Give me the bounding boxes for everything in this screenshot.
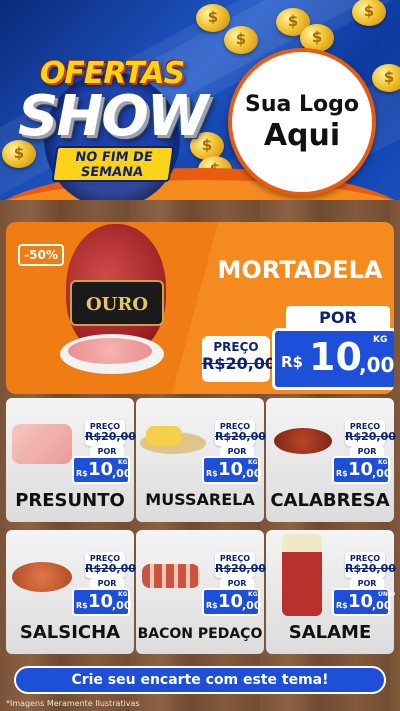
new-price-box: R$ 10 ,00 KG <box>72 456 132 484</box>
product-name: BACON PEDAÇO <box>137 626 263 642</box>
coin-icon <box>352 0 386 26</box>
price-currency: R$ <box>336 601 348 610</box>
old-price: R$20,00 <box>202 354 277 373</box>
new-price-box: R$ 10 ,00 KG <box>202 456 262 484</box>
old-price-box: PREÇO R$20,00 <box>85 552 136 578</box>
price-integer: 10 <box>218 591 244 612</box>
salsicha-image <box>12 562 72 592</box>
price-decimal: ,00 <box>372 467 392 480</box>
old-price: R$20,00 <box>345 562 396 575</box>
price-currency: R$ <box>336 469 348 478</box>
logo-placeholder[interactable]: Sua Logo Aqui <box>228 48 376 196</box>
product-name: CALABRESA <box>270 490 390 511</box>
old-price: R$20,00 <box>85 430 136 443</box>
product-name: SALSICHA <box>19 622 121 643</box>
calabresa-image <box>274 428 332 454</box>
title-show: SHOW <box>18 84 209 149</box>
product-card-salsicha[interactable]: PREÇO R$20,00 POR R$ 10 ,00 KG SALSICHA <box>6 530 136 654</box>
weekend-tag: NO FIM DE SEMANA <box>51 146 175 182</box>
product-name: MUSSARELA <box>145 490 255 509</box>
price-integer: 10 <box>88 459 114 480</box>
slices-image <box>68 338 152 364</box>
coin-icon <box>372 64 400 92</box>
old-price: R$20,00 <box>215 430 266 443</box>
price-unit: UNID <box>378 591 396 598</box>
old-price-box: PREÇO R$20,00 <box>215 552 266 578</box>
logo-text-line2: Aqui <box>263 118 341 153</box>
brand-label: OURO <box>70 280 164 326</box>
product-name: SALAME <box>288 622 372 643</box>
preco-label: PREÇO <box>213 340 259 354</box>
weekend-tag-line1: NO FIM DE <box>74 150 154 165</box>
price-decimal: ,00 <box>359 353 394 377</box>
price-currency: R$ <box>281 353 303 371</box>
price-currency: R$ <box>206 469 218 478</box>
new-price-box: R$ 10 ,00 KG <box>202 588 262 616</box>
price-unit: KG <box>373 335 388 345</box>
old-price-box: PREÇO R$20,00 <box>215 420 266 446</box>
price-unit: KG <box>248 459 258 466</box>
weekend-tag-line2: SEMANA <box>79 165 144 180</box>
product-card-calabresa[interactable]: PREÇO R$20,00 POR R$ 10 ,00 KG CALABRESA <box>266 398 396 522</box>
price-unit: KG <box>118 459 128 466</box>
product-name: PRESUNTO <box>15 490 125 511</box>
price-unit: KG <box>378 459 388 466</box>
price-integer: 10 <box>348 591 374 612</box>
featured-product-name: MORTADELA <box>217 256 383 284</box>
old-price: R$20,00 <box>215 562 266 575</box>
mussarela-image <box>146 426 182 446</box>
price-currency: R$ <box>206 601 218 610</box>
price-currency: R$ <box>76 469 88 478</box>
old-price-box: PREÇO R$20,00 <box>85 420 136 446</box>
price-decimal: ,00 <box>242 467 262 480</box>
featured-product-card[interactable]: -50% OURO MORTADELA PREÇO R$20,00 POR R$… <box>6 222 394 394</box>
price-unit: KG <box>248 591 258 598</box>
new-price-box: R$ 10 ,00 KG <box>272 328 394 390</box>
price-unit: KG <box>118 591 128 598</box>
product-card-mussarela[interactable]: PREÇO R$20,00 POR R$ 10 ,00 KG MUSSARELA <box>136 398 266 522</box>
old-price-box: PREÇO R$20,00 <box>345 552 396 578</box>
ofertas-show-badge: OFERTAS SHOW NO FIM DE SEMANA <box>18 50 209 200</box>
old-price: R$20,00 <box>85 562 136 575</box>
coin-icon <box>196 4 230 32</box>
new-price-box: R$ 10 ,00 UNID <box>332 588 395 616</box>
price-integer: 10 <box>218 459 244 480</box>
salame-image <box>282 534 322 616</box>
old-price: R$20,00 <box>345 430 396 443</box>
price-integer: 10 <box>348 459 374 480</box>
product-card-bacon[interactable]: PREÇO R$20,00 POR R$ 10 ,00 KG BACON PED… <box>136 530 266 654</box>
new-price-box: R$ 10 ,00 KG <box>332 456 392 484</box>
price-decimal: ,00 <box>242 599 262 612</box>
discount-badge: -50% <box>18 244 64 266</box>
por-label: POR <box>286 306 390 330</box>
create-flyer-button[interactable]: Crie seu encarte com este tema! <box>14 666 386 694</box>
product-card-presunto[interactable]: PREÇO R$20,00 POR R$ 10 ,00 KG PRESUNTO <box>6 398 136 522</box>
header-banner: OFERTAS SHOW NO FIM DE SEMANA Sua Logo A… <box>0 0 400 200</box>
presunto-image <box>12 424 72 464</box>
price-decimal: ,00 <box>112 467 132 480</box>
price-integer: 10 <box>88 591 114 612</box>
old-price-box: PREÇO R$20,00 <box>202 336 277 382</box>
logo-text-line1: Sua Logo <box>244 92 359 117</box>
coin-icon <box>224 26 258 54</box>
bacon-image <box>142 564 200 588</box>
price-decimal: ,00 <box>112 599 132 612</box>
disclaimer-text: *Imagens Meramente Ilustrativas <box>6 699 140 708</box>
product-card-salame[interactable]: PREÇO R$20,00 POR R$ 10 ,00 UNID SALAME <box>266 530 396 654</box>
old-price-box: PREÇO R$20,00 <box>345 420 396 446</box>
new-price-box: R$ 10 ,00 KG <box>72 588 132 616</box>
price-currency: R$ <box>76 601 88 610</box>
price-integer: 10 <box>309 335 362 379</box>
price-decimal: ,00 <box>372 599 392 612</box>
